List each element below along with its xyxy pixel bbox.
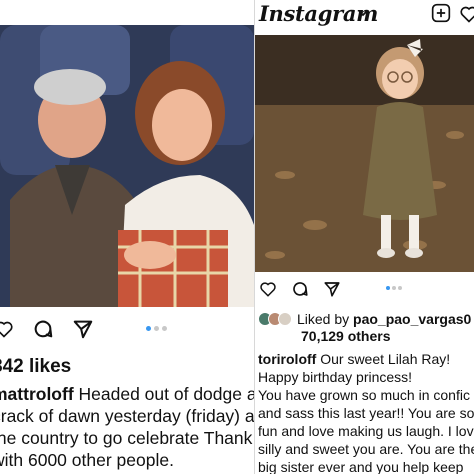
liker-username[interactable]: pao_pao_vargas0 bbox=[353, 311, 471, 327]
caption-line: crack of dawn yesterday (friday) a bbox=[0, 406, 254, 426]
caption-text: Our sweet Lilah Ray! bbox=[316, 351, 451, 367]
plus-square-icon[interactable] bbox=[431, 3, 451, 23]
carousel-indicator bbox=[386, 286, 402, 290]
caption-line: fun and love making us laugh. I lov bbox=[258, 423, 474, 439]
right-post: Instagram Liked by pao_pao_vargas0 70,12… bbox=[255, 0, 474, 474]
caption-text: Headed out of dodge a bbox=[73, 384, 254, 404]
caption-line: mattroloff Headed out of dodge a bbox=[0, 383, 254, 405]
caption-line: Happy birthday princess! bbox=[258, 369, 413, 385]
others-count[interactable]: 70,129 others bbox=[301, 328, 391, 344]
heart-icon[interactable] bbox=[459, 4, 474, 24]
post-photo-toddler[interactable] bbox=[255, 35, 474, 272]
post-caption: toriroloff Our sweet Lilah Ray! Happy bi… bbox=[258, 350, 474, 474]
caption-line: with 6000 other people. bbox=[0, 450, 174, 470]
heart-icon[interactable] bbox=[0, 319, 14, 339]
carousel-dot bbox=[162, 326, 167, 331]
chevron-down-icon[interactable] bbox=[357, 8, 369, 18]
carousel-indicator bbox=[146, 326, 167, 331]
caption-line: the country to go celebrate Thank bbox=[0, 428, 253, 448]
caption-username[interactable]: mattroloff bbox=[0, 384, 74, 404]
send-icon[interactable] bbox=[72, 318, 94, 340]
liked-by-prefix: Liked by bbox=[297, 311, 354, 327]
caption-line: big sister ever and you help keep bbox=[258, 459, 464, 474]
post-photo-illustration bbox=[255, 35, 474, 272]
avatar bbox=[278, 312, 292, 326]
caption-line: You have grown so much in confic bbox=[258, 387, 470, 403]
carousel-dot bbox=[386, 286, 390, 290]
left-post: 842 likes mattroloff Headed out of dodge… bbox=[0, 0, 254, 474]
carousel-dot bbox=[146, 326, 151, 331]
liked-by-text: Liked by pao_pao_vargas0 bbox=[297, 311, 471, 327]
liker-avatars[interactable] bbox=[258, 312, 294, 326]
comment-icon[interactable] bbox=[291, 280, 309, 298]
right-action-row bbox=[259, 280, 341, 298]
app-header: Instagram bbox=[255, 0, 474, 30]
post-photo-couple[interactable] bbox=[0, 25, 254, 307]
send-icon[interactable] bbox=[323, 280, 341, 298]
comment-icon[interactable] bbox=[32, 318, 54, 340]
liked-by-row: Liked by pao_pao_vargas0 bbox=[258, 311, 474, 329]
carousel-dot bbox=[392, 286, 396, 290]
left-action-row bbox=[0, 318, 94, 340]
post-photo-illustration bbox=[0, 25, 254, 307]
caption-line: toriroloff Our sweet Lilah Ray! bbox=[258, 350, 474, 368]
post-caption: mattroloff Headed out of dodge a crack o… bbox=[0, 383, 254, 471]
like-count[interactable]: 842 likes bbox=[0, 356, 71, 378]
caption-line: silly and sweet you are. You are the bbox=[258, 441, 474, 457]
carousel-dot bbox=[154, 326, 159, 331]
heart-icon[interactable] bbox=[259, 280, 277, 298]
carousel-dot bbox=[398, 286, 402, 290]
caption-username[interactable]: toriroloff bbox=[258, 351, 316, 367]
caption-line: and sass this last year!! You are so bbox=[258, 405, 474, 421]
